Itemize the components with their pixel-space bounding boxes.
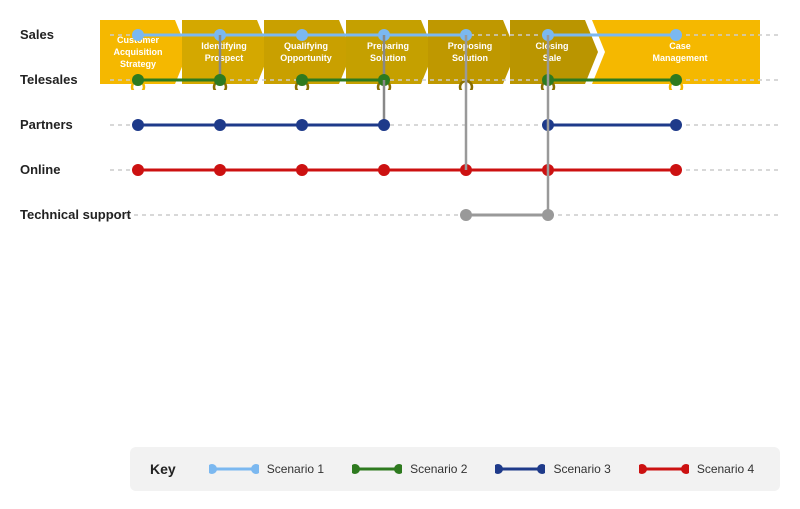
sales-label: Sales <box>20 27 54 42</box>
chart-diagram: Sales Telesales Partners Online Technica… <box>0 0 800 260</box>
telesales-label: Telesales <box>20 72 78 87</box>
legend-scenario2: Scenario 2 <box>352 462 467 476</box>
legend-scenario1: Scenario 1 <box>209 462 324 476</box>
scenario1-label: Scenario 1 <box>267 462 324 476</box>
online-label: Online <box>20 162 60 177</box>
scenario4-label: Scenario 4 <box>697 462 754 476</box>
scenario3-label: Scenario 3 <box>553 462 610 476</box>
techsupport-label: Technical support <box>20 207 132 222</box>
legend-scenario4: Scenario 4 <box>639 462 754 476</box>
scenario2-label: Scenario 2 <box>410 462 467 476</box>
scenario3-line-icon <box>495 462 545 476</box>
legend-key-label: Key <box>150 461 176 477</box>
main-container: Customer Acquisition Strategy Identifyin… <box>0 0 800 509</box>
partners-label: Partners <box>20 117 73 132</box>
scenario2-line-icon <box>352 462 402 476</box>
scenario1-line-icon <box>209 462 259 476</box>
scenario4-line-icon <box>639 462 689 476</box>
legend-scenario3: Scenario 3 <box>495 462 610 476</box>
legend: Key Scenario 1 Scenario 2 <box>130 447 780 491</box>
